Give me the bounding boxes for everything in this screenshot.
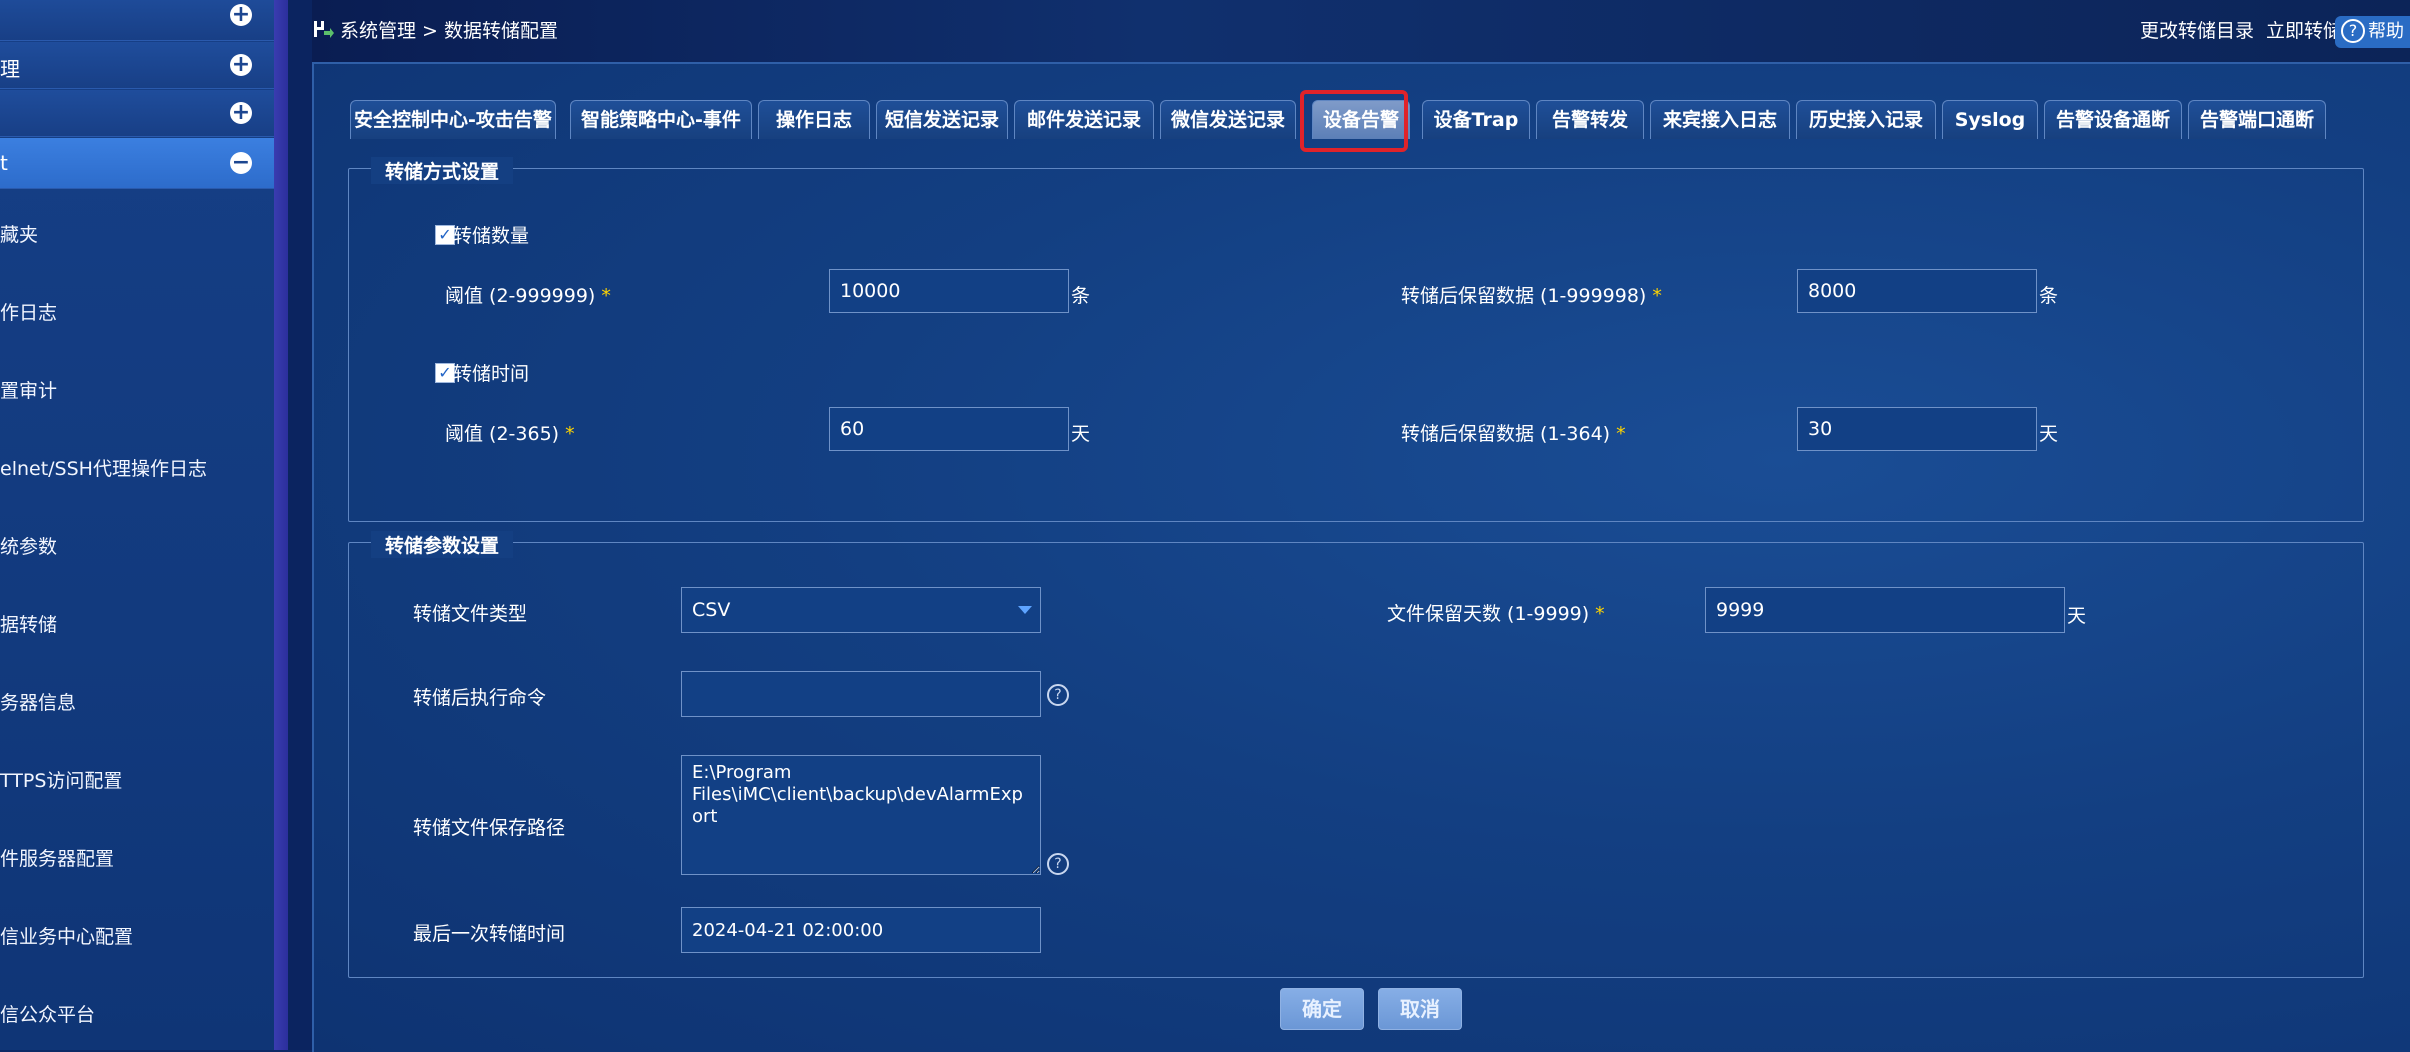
- expand-icon[interactable]: +: [230, 4, 252, 26]
- sidebar-splitter[interactable]: [274, 0, 288, 1050]
- file-retention-label: 文件保留天数 (1-9999) *: [1387, 599, 1605, 626]
- tab-guest-access-log[interactable]: 来宾接入日志: [1650, 100, 1790, 139]
- time-keep-label: 转储后保留数据 (1-364) *: [1401, 419, 1626, 446]
- time-keep-unit: 天: [2039, 423, 2059, 445]
- count-threshold-input[interactable]: [829, 269, 1069, 313]
- file-retention-text: 文件保留天数 (1-9999): [1387, 603, 1590, 625]
- post-dump-command-input[interactable]: [681, 671, 1041, 717]
- dump-now-link[interactable]: 立即转储: [2266, 16, 2342, 43]
- save-path-label: 转储文件保存路径: [413, 817, 566, 839]
- confirm-button[interactable]: 确定: [1280, 988, 1364, 1030]
- sidebar: + 理 + + t − 藏夹 作日志 置审计 elnet/SSH代理操作日志 统…: [0, 0, 274, 1050]
- sidebar-item[interactable]: elnet/SSH代理操作日志: [0, 430, 274, 508]
- main-panel: 安全控制中心-攻击告警 智能策略中心-事件 操作日志 短信发送记录 邮件发送记录…: [312, 62, 2410, 1052]
- required-mark: *: [1595, 603, 1605, 625]
- tab-email-records[interactable]: 邮件发送记录: [1014, 100, 1154, 139]
- file-type-label: 转储文件类型: [413, 603, 528, 625]
- last-dump-time-input[interactable]: [681, 907, 1041, 953]
- sidebar-group-1[interactable]: +: [0, 0, 274, 41]
- save-path-textarea[interactable]: E:\Program Files\iMC\client\backup\devAl…: [681, 755, 1041, 875]
- sidebar-group-label: t: [0, 151, 8, 175]
- tab-policy-center-event[interactable]: 智能策略中心-事件: [570, 100, 752, 139]
- sidebar-group-label: 理: [0, 57, 20, 81]
- breadcrumb-text: 系统管理 > 数据转储配置: [340, 20, 558, 42]
- time-threshold-label: 阈值 (2-365) *: [445, 419, 575, 446]
- sidebar-item[interactable]: 务器信息: [0, 664, 274, 742]
- tab-alarm-forward[interactable]: 告警转发: [1536, 100, 1644, 139]
- tab-wechat-records[interactable]: 微信发送记录: [1160, 100, 1296, 139]
- required-mark: *: [1616, 423, 1626, 445]
- sidebar-group-active[interactable]: t −: [0, 138, 274, 189]
- sidebar-group-3[interactable]: +: [0, 90, 274, 137]
- help-label: 帮助: [2368, 21, 2404, 42]
- required-mark: *: [565, 423, 575, 445]
- sidebar-item[interactable]: 统参数: [0, 508, 274, 586]
- expand-icon[interactable]: +: [230, 54, 252, 76]
- sidebar-item[interactable]: TTPS访问配置: [0, 742, 274, 820]
- sidebar-group-2[interactable]: 理 +: [0, 42, 274, 89]
- sidebar-item[interactable]: 信公众平台: [0, 976, 274, 1050]
- tab-alarm-port-reachability[interactable]: 告警端口通断: [2188, 100, 2326, 139]
- tab-device-trap[interactable]: 设备Trap: [1422, 100, 1530, 139]
- time-keep-text: 转储后保留数据 (1-364): [1401, 423, 1611, 445]
- sidebar-item[interactable]: 据转储: [0, 586, 274, 664]
- time-keep-input[interactable]: [1797, 407, 2037, 451]
- count-threshold-label: 阈值 (2-999999) *: [445, 281, 611, 308]
- required-mark: *: [1652, 285, 1662, 307]
- sidebar-gap: [288, 0, 312, 1050]
- count-threshold-text: 阈值 (2-999999): [445, 285, 596, 307]
- count-keep-text: 转储后保留数据 (1-999998): [1401, 285, 1647, 307]
- help-button[interactable]: ? 帮助: [2335, 16, 2410, 48]
- file-retention-input[interactable]: [1705, 587, 2065, 633]
- dump-params-group: 转储参数设置 转储文件类型 CSV 文件保留天数 (1-9999)* 天 转储后…: [348, 531, 2364, 978]
- post-dump-command-label: 转储后执行命令: [413, 687, 547, 709]
- cancel-button[interactable]: 取消: [1378, 988, 1462, 1030]
- change-dump-directory-link[interactable]: 更改转储目录: [2140, 16, 2254, 43]
- time-threshold-text: 阈值 (2-365): [445, 423, 560, 445]
- system-management-icon: [314, 21, 334, 38]
- tab-sms-records[interactable]: 短信发送记录: [876, 100, 1008, 139]
- count-keep-label: 转储后保留数据 (1-999998) *: [1401, 281, 1662, 308]
- tab-syslog[interactable]: Syslog: [1942, 100, 2038, 139]
- dump-mode-group: 转储方式设置 ✓ 转储数量 阈值 (2-999999)* 条 转储后保留数据 (…: [348, 157, 2364, 522]
- time-threshold-unit: 天: [1071, 423, 1091, 445]
- dropdown-arrow-icon: [1018, 606, 1032, 614]
- file-type-select[interactable]: CSV: [681, 587, 1041, 633]
- help-question-icon[interactable]: ?: [1047, 853, 1069, 875]
- sidebar-item[interactable]: 藏夹: [0, 196, 274, 274]
- sidebar-item[interactable]: 件服务器配置: [0, 820, 274, 898]
- file-retention-unit: 天: [2067, 605, 2087, 627]
- dump-by-count-label: 转储数量: [453, 225, 530, 247]
- required-mark: *: [601, 285, 611, 307]
- count-keep-unit: 条: [2039, 285, 2059, 307]
- tab-operation-log[interactable]: 操作日志: [758, 100, 870, 139]
- tab-security-attack-alarm[interactable]: 安全控制中心-攻击告警: [350, 100, 556, 139]
- count-threshold-unit: 条: [1071, 285, 1091, 307]
- last-dump-time-label: 最后一次转储时间: [413, 923, 566, 945]
- help-question-icon[interactable]: ?: [1047, 684, 1069, 706]
- group-title: 转储参数设置: [371, 531, 514, 558]
- help-icon: ?: [2341, 19, 2365, 43]
- time-threshold-input[interactable]: [829, 407, 1069, 451]
- top-bar: 系统管理 > 数据转储配置 更改转储目录 立即转储 ? 帮助: [312, 0, 2410, 62]
- dump-by-count-checkbox[interactable]: ✓: [435, 225, 455, 245]
- count-keep-input[interactable]: [1797, 269, 2037, 313]
- expand-icon[interactable]: +: [230, 102, 252, 124]
- dump-by-time-checkbox[interactable]: ✓: [435, 363, 455, 383]
- tab-alarm-device-reachability[interactable]: 告警设备通断: [2044, 100, 2182, 139]
- file-type-value: CSV: [692, 599, 731, 621]
- sidebar-item[interactable]: 作日志: [0, 274, 274, 352]
- tab-history-access-records[interactable]: 历史接入记录: [1796, 100, 1936, 139]
- sidebar-item[interactable]: 信业务中心配置: [0, 898, 274, 976]
- dump-by-time-label: 转储时间: [453, 363, 530, 385]
- group-title: 转储方式设置: [371, 157, 514, 184]
- highlight-box: [1300, 90, 1408, 152]
- collapse-icon[interactable]: −: [230, 152, 252, 174]
- sidebar-item[interactable]: 置审计: [0, 352, 274, 430]
- breadcrumb: 系统管理 > 数据转储配置: [312, 16, 558, 43]
